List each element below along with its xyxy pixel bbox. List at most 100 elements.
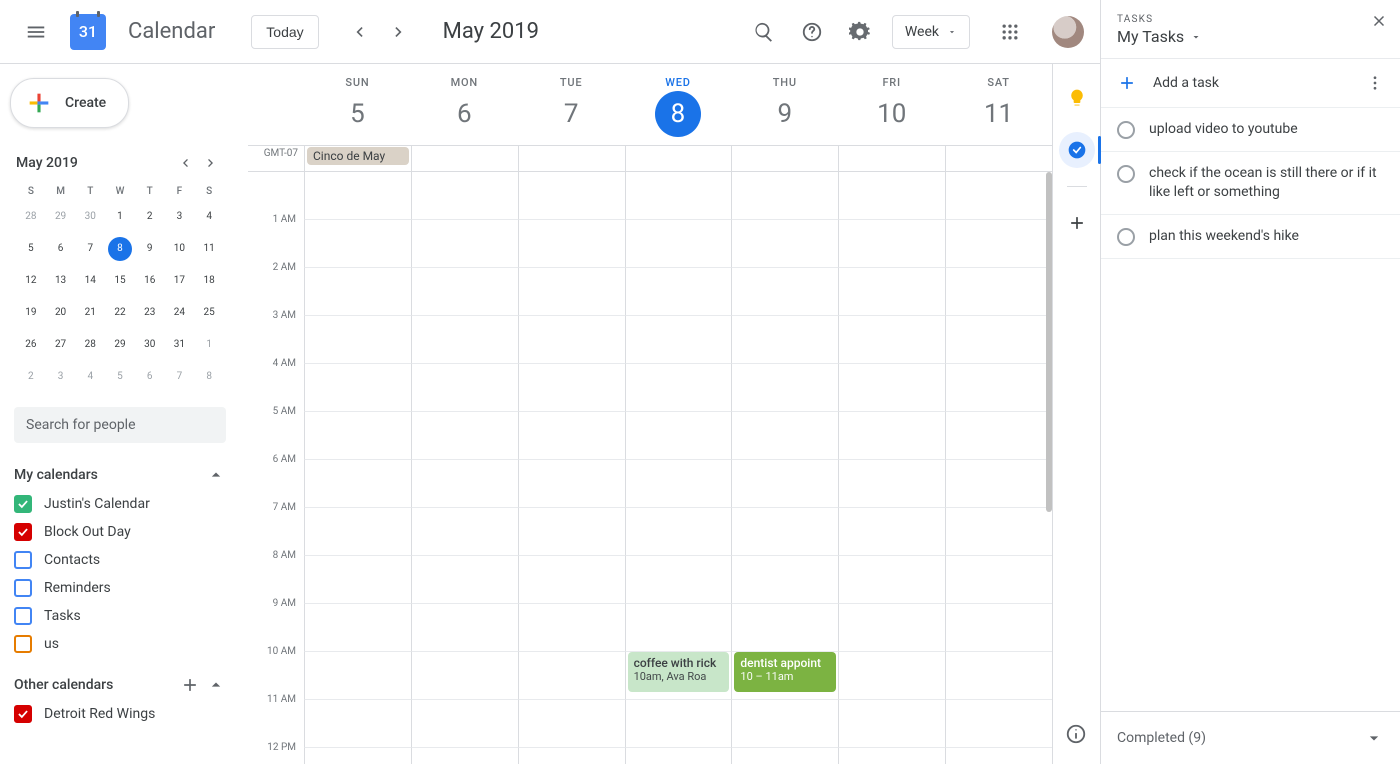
mini-day[interactable]: 19	[19, 301, 43, 325]
settings-button[interactable]	[840, 12, 880, 52]
day-column-header[interactable]: TUE7	[518, 76, 625, 145]
time-cell[interactable]	[731, 748, 838, 764]
mini-prev-month[interactable]	[172, 150, 198, 176]
time-cell[interactable]	[731, 316, 838, 364]
checkbox[interactable]	[14, 495, 32, 513]
time-cell[interactable]	[304, 508, 411, 556]
time-cell[interactable]	[625, 220, 732, 268]
time-cell[interactable]	[945, 220, 1052, 268]
time-cell[interactable]	[411, 604, 518, 652]
time-cell[interactable]	[625, 460, 732, 508]
time-cell[interactable]	[731, 268, 838, 316]
time-cell[interactable]	[518, 316, 625, 364]
mini-day[interactable]: 30	[138, 333, 162, 357]
mini-day[interactable]: 27	[49, 333, 73, 357]
time-cell[interactable]	[625, 700, 732, 748]
time-cell[interactable]	[304, 220, 411, 268]
time-grid-scroll[interactable]: 1 AM2 AM3 AM4 AM5 AM6 AM7 AM8 AM9 AM10 A…	[248, 172, 1052, 764]
time-cell[interactable]	[731, 556, 838, 604]
time-cell[interactable]	[625, 508, 732, 556]
time-cell[interactable]	[304, 364, 411, 412]
time-cell[interactable]	[945, 652, 1052, 700]
time-cell[interactable]	[518, 460, 625, 508]
time-cell[interactable]	[411, 316, 518, 364]
allday-cell[interactable]	[945, 146, 1052, 171]
time-cell[interactable]	[625, 172, 732, 220]
time-cell[interactable]	[625, 412, 732, 460]
time-cell[interactable]	[945, 700, 1052, 748]
time-cell[interactable]	[945, 316, 1052, 364]
tasks-close-button[interactable]	[1370, 12, 1388, 30]
mini-day[interactable]: 17	[167, 269, 191, 293]
day-column-header[interactable]: THU9	[731, 76, 838, 145]
time-cell[interactable]	[411, 172, 518, 220]
mini-day[interactable]: 15	[108, 269, 132, 293]
time-cell[interactable]	[838, 508, 945, 556]
time-cell[interactable]	[625, 556, 732, 604]
calendar-event[interactable]: dentist appoint10 – 11am	[734, 652, 836, 692]
mini-day[interactable]: 14	[78, 269, 102, 293]
time-cell[interactable]	[838, 652, 945, 700]
my-calendars-toggle[interactable]: My calendars	[14, 465, 226, 485]
tasks-app-button[interactable]	[1059, 132, 1095, 168]
account-avatar[interactable]	[1052, 16, 1084, 48]
mini-day[interactable]: 20	[49, 301, 73, 325]
calendar-toggle[interactable]: Justin's Calendar	[14, 495, 226, 513]
time-cell[interactable]	[518, 748, 625, 764]
time-cell[interactable]	[945, 268, 1052, 316]
view-selector[interactable]: Week	[892, 15, 970, 49]
time-cell[interactable]	[838, 604, 945, 652]
time-cell[interactable]	[518, 172, 625, 220]
day-column-header[interactable]: SUN5	[304, 76, 411, 145]
calendar-toggle[interactable]: Contacts	[14, 551, 226, 569]
time-cell[interactable]	[518, 700, 625, 748]
mini-day[interactable]: 30	[78, 205, 102, 229]
mini-day[interactable]: 4	[78, 365, 102, 389]
checkbox[interactable]	[14, 551, 32, 569]
mini-day[interactable]: 1	[108, 205, 132, 229]
mini-day[interactable]: 2	[138, 205, 162, 229]
mini-day[interactable]: 31	[167, 333, 191, 357]
mini-day[interactable]: 5	[19, 237, 43, 261]
time-cell[interactable]	[518, 364, 625, 412]
mini-day[interactable]: 29	[49, 205, 73, 229]
time-cell[interactable]	[731, 604, 838, 652]
time-cell[interactable]	[731, 700, 838, 748]
checkbox[interactable]	[14, 607, 32, 625]
mini-day[interactable]: 7	[167, 365, 191, 389]
time-cell[interactable]	[411, 700, 518, 748]
task-complete-circle[interactable]	[1117, 228, 1135, 246]
time-cell[interactable]	[838, 460, 945, 508]
time-cell[interactable]	[411, 460, 518, 508]
mini-day[interactable]: 23	[138, 301, 162, 325]
task-item[interactable]: upload video to youtube	[1101, 107, 1400, 152]
time-cell[interactable]	[411, 508, 518, 556]
time-cell[interactable]	[625, 604, 732, 652]
time-cell[interactable]	[731, 412, 838, 460]
next-week-button[interactable]	[379, 12, 419, 52]
add-addon-button[interactable]	[1059, 205, 1095, 241]
checkbox[interactable]	[14, 635, 32, 653]
keep-app-button[interactable]	[1059, 80, 1095, 116]
time-cell[interactable]	[945, 508, 1052, 556]
time-cell[interactable]	[518, 268, 625, 316]
allday-cell[interactable]: Cinco de May	[304, 146, 411, 171]
time-cell[interactable]	[411, 412, 518, 460]
completed-toggle[interactable]: Completed (9)	[1101, 711, 1400, 764]
time-cell[interactable]: coffee with rick10am, Ava Roa	[625, 652, 732, 700]
time-cell[interactable]	[731, 172, 838, 220]
mini-day[interactable]: 9	[138, 237, 162, 261]
time-cell[interactable]	[945, 364, 1052, 412]
mini-day[interactable]: 6	[138, 365, 162, 389]
time-cell[interactable]	[304, 268, 411, 316]
time-cell[interactable]	[304, 652, 411, 700]
mini-day[interactable]: 8	[108, 237, 132, 261]
mini-day[interactable]: 4	[197, 205, 221, 229]
time-cell[interactable]	[838, 316, 945, 364]
calendar-toggle[interactable]: Block Out Day	[14, 523, 226, 541]
time-cell[interactable]	[518, 220, 625, 268]
plus-icon[interactable]	[180, 675, 200, 695]
time-cell[interactable]	[945, 460, 1052, 508]
time-cell[interactable]	[304, 700, 411, 748]
search-people-input[interactable]: Search for people	[14, 407, 226, 443]
